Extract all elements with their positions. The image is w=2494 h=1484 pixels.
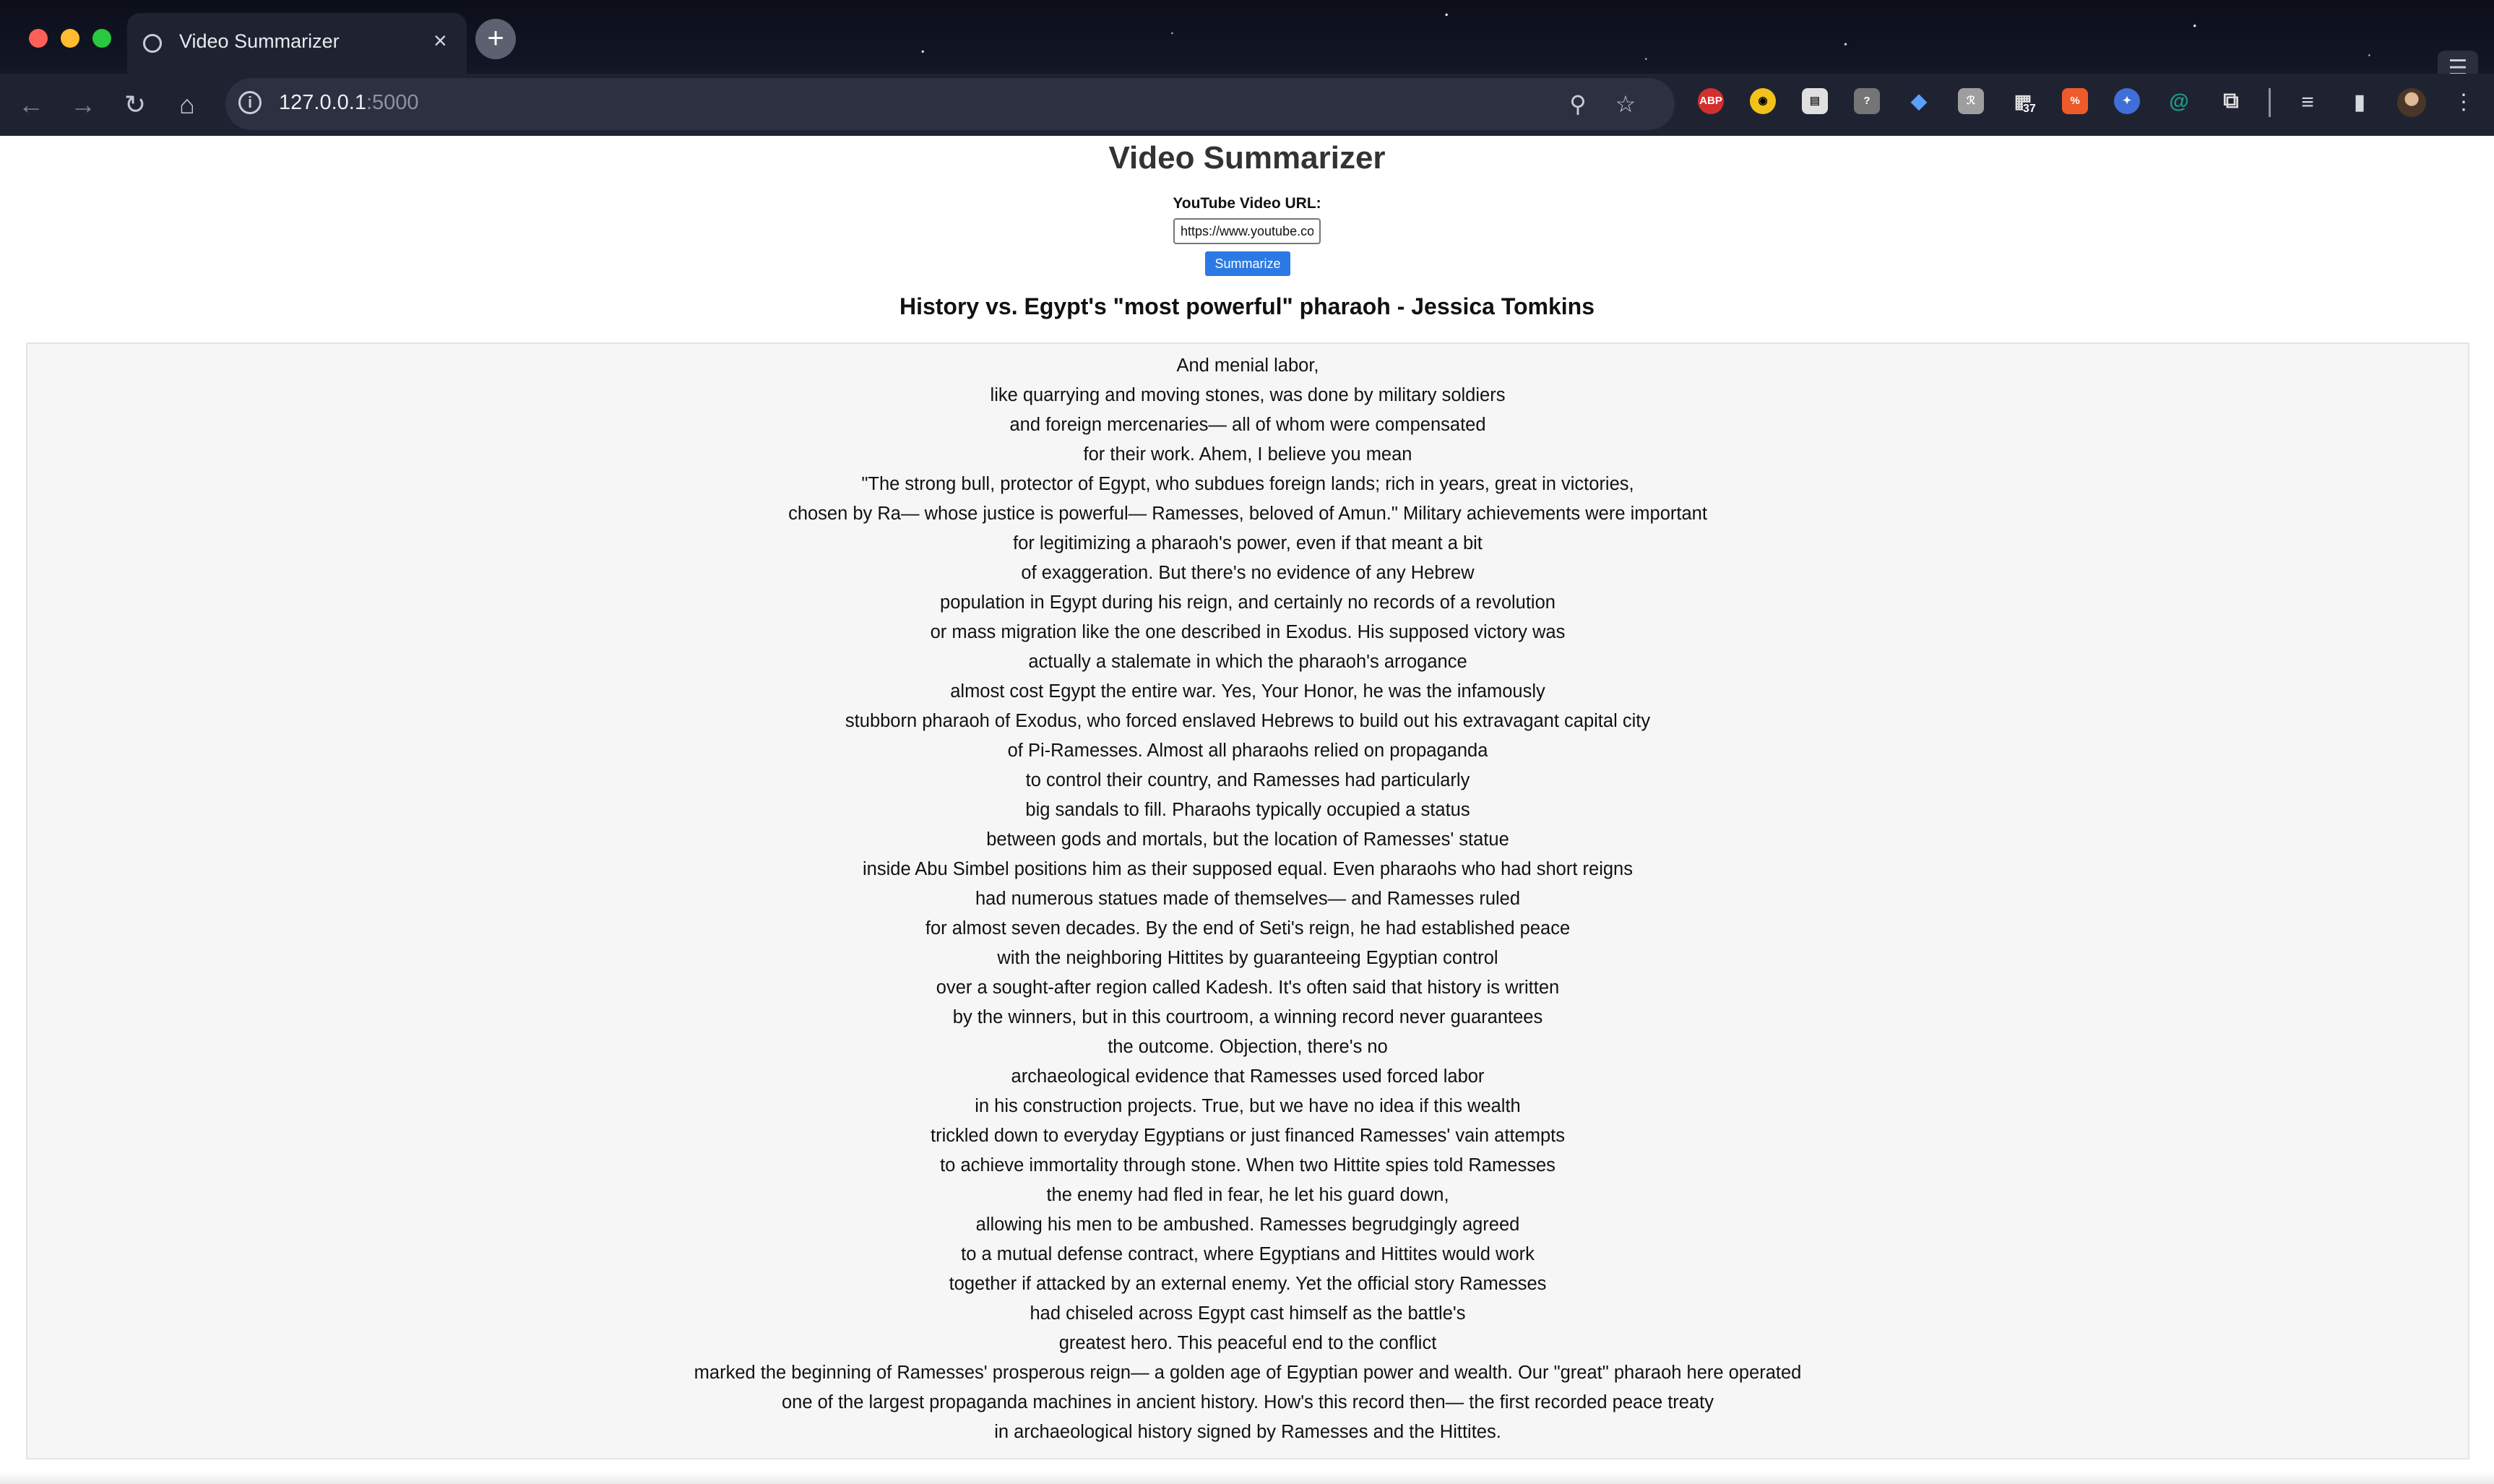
adblock-plus-icon[interactable]: ABP [1698,88,1724,114]
zoom-icon[interactable]: ⚲ [1562,88,1594,120]
browser-menu-icon[interactable]: ⋮ [2448,87,2480,118]
url-port: :5000 [366,91,419,114]
transcript-line: for almost seven decades. By the end of … [925,918,1571,939]
close-window-button[interactable] [29,29,48,48]
transcript-line: the enemy had fled in fear, he let his g… [1046,1185,1449,1205]
profile-avatar[interactable] [2397,88,2426,117]
transcript-line: in his construction projects. True, but … [975,1096,1521,1116]
transcript-line: almost cost Egypt the entire war. Yes, Y… [950,681,1545,702]
transcript-line: with the neighboring Hittites by guarant… [997,948,1498,968]
gem-extension-icon[interactable]: ◆ [1906,88,1932,114]
toolbar-divider [2269,88,2271,117]
transcript-line: of exaggeration. But there's no evidence… [1021,563,1475,583]
maximize-window-button[interactable] [92,29,111,48]
tab-close-icon[interactable]: × [433,27,447,54]
transcript-line: stubborn pharaoh of Exodus, who forced e… [845,711,1651,731]
back-arrow-icon[interactable]: ← [12,85,51,124]
transcript-line: "The strong bull, protector of Egypt, wh… [861,474,1634,494]
grey-extension-icon[interactable]: ℛ [1958,88,1984,114]
tab-strip: Video Summarizer × + ☰ [0,0,2494,87]
side-panel-icon[interactable]: ▮ [2344,87,2376,118]
transcript-line: one of the largest propaganda machines i… [781,1392,1714,1412]
page-title: Video Summarizer [1108,140,1386,176]
transcript-line: chosen by Ra— whose justice is powerful—… [788,504,1707,524]
blue-extension-icon[interactable]: ✦ [2114,88,2140,114]
transcript-line: or mass migration like the one described… [930,622,1566,642]
transcript-line: the outcome. Objection, there's no [1108,1037,1388,1057]
new-tab-button[interactable]: + [475,19,516,59]
transcript-line: trickled down to everyday Egyptians or j… [931,1126,1565,1146]
youtube-url-label: YouTube Video URL: [1173,195,1321,212]
transcript-line: for legitimizing a pharaoh's power, even… [1013,533,1483,553]
help-extension-icon[interactable]: ? [1854,88,1880,114]
yellow-extension-icon[interactable]: ◉ [1750,88,1776,114]
transcript-line: like quarrying and moving stones, was do… [990,385,1506,405]
window-bottom-edge [0,1472,2494,1484]
transcript-line: between gods and mortals, but the locati… [986,829,1509,850]
transcript-line: had chiseled across Egypt cast himself a… [1030,1303,1466,1324]
extensions-puzzle-icon[interactable]: ⧉ [2218,88,2244,114]
transcript-line: by the winners, but in this courtroom, a… [952,1007,1543,1027]
video-title: History vs. Egypt's "most powerful" phar… [899,293,1595,319]
transcript-line: over a sought-after region called Kadesh… [936,978,1560,998]
home-icon[interactable]: ⌂ [168,85,207,124]
transcript-line: of Pi-Ramesses. Almost all pharaohs reli… [1007,741,1488,761]
tab-video-summarizer[interactable]: Video Summarizer × [127,13,467,74]
reading-list-icon[interactable]: ≡ [2292,87,2323,118]
teal-extension-icon[interactable]: @ [2166,88,2192,114]
transcript-line: to achieve immortality through stone. Wh… [940,1155,1555,1175]
globe-icon [143,34,162,53]
transcript-line: And menial labor, [1176,355,1319,376]
forward-arrow-icon[interactable]: → [64,85,103,124]
youtube-url-input[interactable] [1173,218,1321,244]
summarize-button[interactable]: Summarize [1205,251,1290,276]
transcript-line: allowing his men to be ambushed. Ramesse… [975,1215,1520,1235]
url-text[interactable]: 127.0.0.1:5000 [279,91,419,115]
extension-count-badge: 37 [2023,103,2036,116]
transcript-line: and foreign mercenaries— all of whom wer… [1009,415,1486,435]
transcript-line: population in Egypt during his reign, an… [940,592,1555,613]
transcript-line: to control their country, and Ramesses h… [1025,770,1470,790]
transcript-line: archaeological evidence that Ramesses us… [1011,1066,1485,1087]
printer-extension-icon[interactable]: ▤ [1802,88,1828,114]
transcript-line: marked the beginning of Ramesses' prospe… [694,1363,1802,1383]
transcript-line: big sandals to fill. Pharaohs typically … [1025,800,1470,820]
transcript-line: inside Abu Simbel positions him as their… [863,859,1633,879]
browser-window: Video Summarizer × + ☰ ← → ↻ ⌂ i 127.0.0… [0,0,2494,1484]
percent-extension-icon[interactable]: % [2062,88,2088,114]
address-bar[interactable]: i 127.0.0.1:5000 ⚲ ☆ [225,78,1675,130]
transcript-line: greatest hero. This peaceful end to the … [1058,1333,1437,1353]
transcript-line: in archaeological history signed by Rame… [994,1422,1501,1442]
reload-icon[interactable]: ↻ [116,85,155,124]
bookmark-star-icon[interactable]: ☆ [1610,88,1641,120]
transcript-line: actually a stalemate in which the pharao… [1028,652,1467,672]
transcript-line: had numerous statues made of themselves—… [975,889,1521,909]
url-host: 127.0.0.1 [279,91,366,114]
transcript-line: together if attacked by an external enem… [949,1274,1547,1294]
transcript-line: to a mutual defense contract, where Egyp… [961,1244,1535,1264]
minimize-window-button[interactable] [61,29,79,48]
tab-title: Video Summarizer [179,30,340,52]
site-info-icon[interactable]: i [238,91,262,114]
page-content: Video Summarizer YouTube Video URL: Summ… [0,136,2494,1484]
transcript-line: for their work. Ahem, I believe you mean [1083,444,1412,465]
transcript-panel: And menial labor, like quarrying and mov… [26,342,2469,1459]
